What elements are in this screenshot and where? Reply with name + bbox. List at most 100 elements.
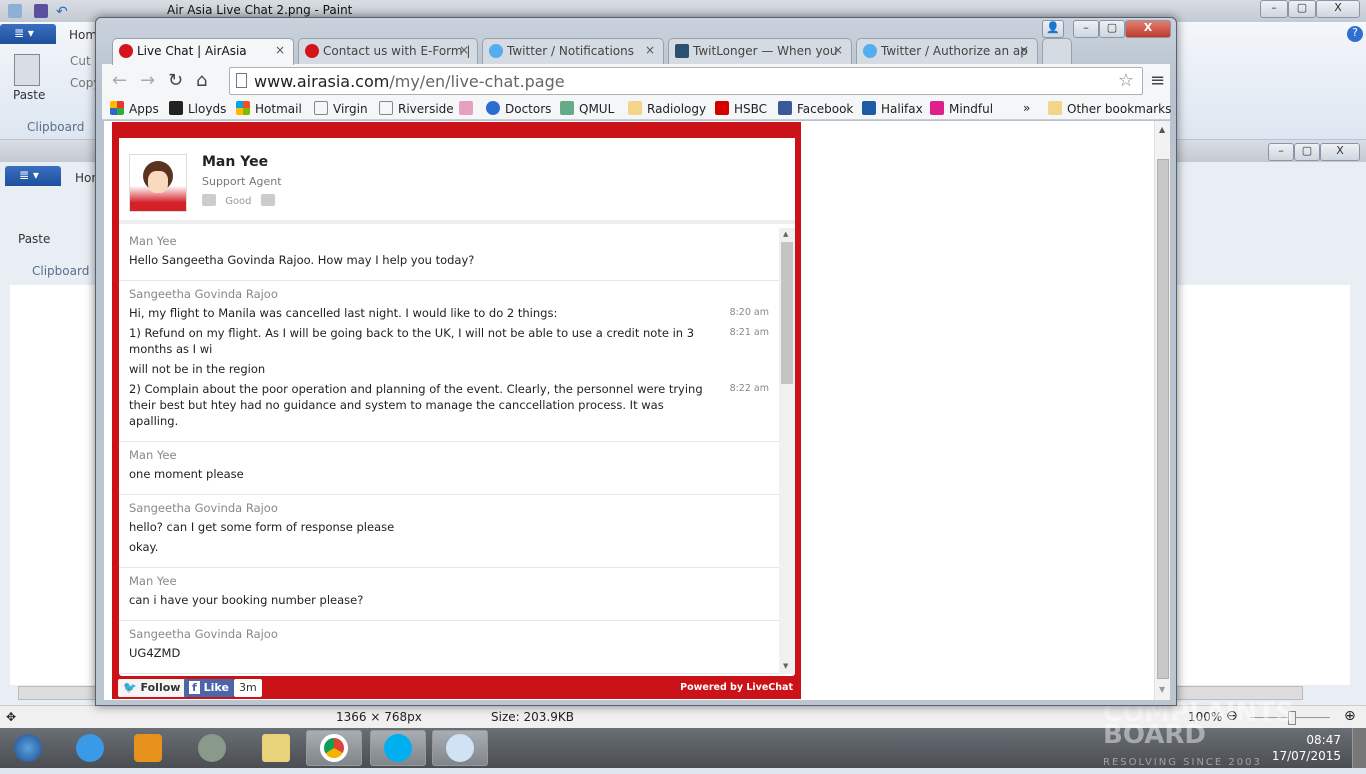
page-scroll-down-icon[interactable]: ▼ — [1159, 685, 1165, 694]
chrome-window: 👤 – ▢ X Live Chat | AirAsia × Contact us … — [95, 17, 1177, 706]
message-author: Sangeetha Govinda Rajoo — [129, 627, 278, 641]
facebook-icon — [778, 101, 792, 115]
taskbar-paint[interactable] — [432, 730, 488, 766]
tab-live-chat[interactable]: Live Chat | AirAsia × — [112, 38, 294, 65]
chrome-maximize-button[interactable]: ▢ — [1099, 20, 1125, 38]
message-author: Man Yee — [129, 234, 177, 248]
bookmark-riverside[interactable]: Riverside — [379, 101, 454, 116]
paint-app-icon[interactable] — [8, 4, 22, 18]
scroll-up-icon[interactable]: ▲ — [783, 230, 788, 238]
undo-icon[interactable]: ↶ — [56, 4, 70, 20]
start-button[interactable] — [0, 730, 56, 766]
taskbar-explorer[interactable] — [248, 730, 304, 766]
agent-avatar — [129, 154, 187, 212]
qmul-icon — [560, 101, 574, 115]
bookmark-apps[interactable]: Apps — [110, 101, 159, 116]
paint-minimize-button[interactable]: – — [1260, 0, 1288, 18]
close-tab-icon[interactable]: × — [645, 43, 655, 57]
paste-icon[interactable] — [14, 54, 40, 86]
bookmark-facebook[interactable]: Facebook — [778, 101, 853, 116]
facebook-like-button[interactable]: f Like — [184, 679, 234, 697]
message-text: UG4ZMD — [129, 646, 181, 660]
twitter-follow-button[interactable]: 🐦 Follow — [118, 679, 186, 697]
tab-twitlonger[interactable]: TwitLonger — When you × — [668, 38, 852, 64]
chrome-menu-icon[interactable]: ≡ — [1150, 70, 1165, 91]
zoom-in-button[interactable]: ⊕ — [1344, 708, 1356, 724]
thumbs-up-icon[interactable] — [202, 194, 216, 206]
bookmark-star-icon[interactable]: ☆ — [1118, 70, 1134, 91]
help-icon[interactable]: ? — [1347, 26, 1363, 42]
chat-scrollbar-thumb[interactable] — [781, 242, 793, 384]
file-size: Size: 203.9KB — [491, 710, 574, 724]
reload-button[interactable]: ↻ — [168, 70, 183, 91]
apps-icon — [110, 101, 124, 115]
rating-label: Good — [225, 196, 252, 207]
chat-scrollbar[interactable]: ▲ ▼ — [779, 228, 795, 674]
forward-button[interactable]: → — [140, 70, 155, 91]
page-scroll-up-icon[interactable]: ▲ — [1159, 125, 1165, 134]
bookmark-doctors[interactable]: Doctors — [486, 101, 551, 116]
bookmark-hotmail[interactable]: Hotmail — [236, 101, 302, 116]
powered-by-livechat[interactable]: Powered by LiveChat — [680, 682, 793, 693]
taskbar-skype[interactable] — [370, 730, 426, 766]
paint-close-button[interactable]: X — [1316, 0, 1360, 18]
page-icon — [379, 101, 393, 115]
paint2-minimize-button[interactable]: – — [1268, 143, 1294, 161]
bookmarks-overflow[interactable]: » — [1023, 101, 1030, 115]
message-author: Man Yee — [129, 574, 177, 588]
paint-maximize-button[interactable]: ▢ — [1288, 0, 1316, 18]
close-tab-icon[interactable]: × — [275, 43, 285, 57]
bookmark-mindful[interactable]: Mindful — [930, 101, 993, 116]
address-bar[interactable]: www.airasia.com/my/en/live-chat.page ☆ — [229, 67, 1143, 95]
profile-button[interactable]: 👤 — [1042, 20, 1064, 38]
bookmark-unnamed[interactable] — [459, 101, 478, 116]
paint2-maximize-button[interactable]: ▢ — [1294, 143, 1320, 161]
chrome-minimize-button[interactable]: – — [1073, 20, 1099, 38]
tab-contact-eform[interactable]: Contact us with E-Form | × — [298, 38, 478, 64]
paste-button[interactable]: Paste — [13, 88, 45, 102]
new-tab-button[interactable] — [1042, 38, 1072, 64]
paint2-menu-button[interactable] — [5, 166, 61, 186]
cut-button[interactable]: Cut — [70, 54, 91, 68]
taskbar-ie[interactable] — [62, 730, 118, 766]
agent-name: Man Yee — [202, 154, 269, 170]
taskbar-media-player[interactable] — [120, 730, 176, 766]
back-button[interactable]: ← — [112, 70, 127, 91]
close-tab-icon[interactable]: × — [833, 43, 843, 57]
paint2-close-button[interactable]: X — [1320, 143, 1360, 161]
bookmark-radiology[interactable]: Radiology — [628, 101, 706, 116]
bookmark-halifax[interactable]: Halifax — [862, 101, 923, 116]
close-tab-icon[interactable]: × — [459, 43, 469, 57]
message-text: Hello Sangeetha Govinda Rajoo. How may I… — [129, 253, 475, 267]
live-chat-widget: Man Yee Support Agent Good Man Yee Hello … — [112, 122, 801, 699]
close-tab-icon[interactable]: × — [1019, 43, 1029, 57]
page-scrollbar-thumb[interactable] — [1157, 159, 1169, 679]
show-desktop-button[interactable] — [1352, 728, 1366, 768]
page-scrollbar[interactable]: ▲ ▼ — [1154, 121, 1170, 700]
bookmark-hsbc[interactable]: HSBC — [715, 101, 767, 116]
chrome-close-button[interactable]: X — [1125, 20, 1171, 38]
image-dimensions: 1366 × 768px — [336, 710, 422, 724]
bookmark-lloyds[interactable]: Lloyds — [169, 101, 226, 116]
mindful-icon — [930, 101, 944, 115]
paint2-paste-button[interactable]: Paste — [18, 232, 50, 246]
message-text: will not be in the region — [129, 362, 266, 376]
taskbar-app[interactable] — [184, 730, 240, 766]
paint-menu-button[interactable] — [0, 24, 56, 44]
thumbs-down-icon[interactable] — [260, 194, 275, 206]
save-icon[interactable] — [34, 4, 48, 18]
agent-header: Man Yee Support Agent Good — [119, 138, 795, 224]
home-button[interactable]: ⌂ — [196, 70, 207, 91]
bookmark-qmul[interactable]: QMUL — [560, 101, 614, 116]
move-icon: ✥ — [6, 710, 17, 724]
tab-twitter-notifications[interactable]: Twitter / Notifications × — [482, 38, 664, 64]
page-icon — [236, 73, 247, 88]
other-bookmarks[interactable]: Other bookmarks — [1048, 101, 1171, 116]
taskbar-chrome[interactable] — [306, 730, 362, 766]
halifax-icon — [862, 101, 876, 115]
tab-twitter-authorize[interactable]: Twitter / Authorize an ap × — [856, 38, 1038, 64]
bookmark-virgin[interactable]: Virgin — [314, 101, 368, 116]
lloyds-icon — [169, 101, 183, 115]
scroll-down-icon[interactable]: ▼ — [783, 662, 788, 670]
paint2-clipboard-label: Clipboard — [32, 264, 90, 278]
